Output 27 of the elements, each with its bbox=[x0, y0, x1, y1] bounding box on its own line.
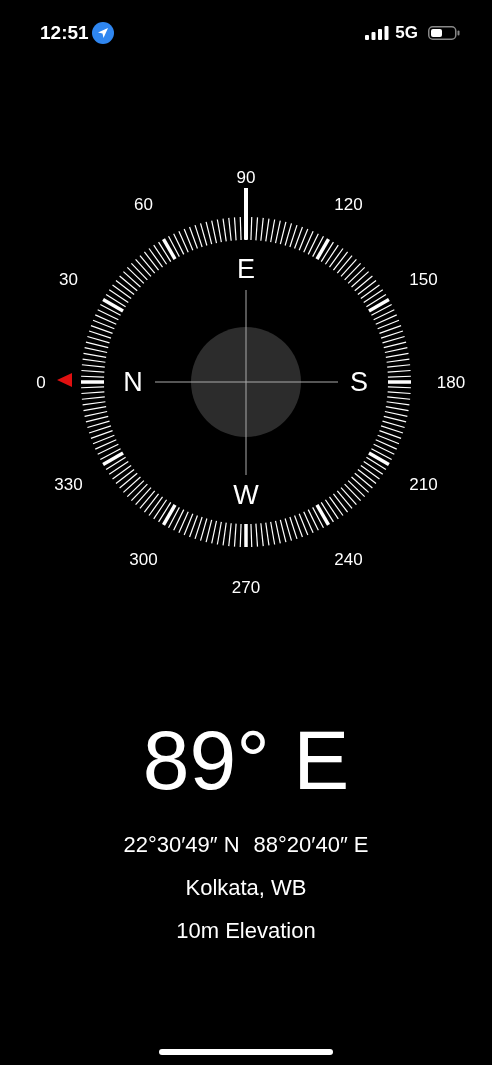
degree-label: 0 bbox=[36, 372, 46, 392]
coordinate-text: 22°30′49″ N bbox=[123, 832, 240, 858]
degree-label: 30 bbox=[59, 270, 78, 289]
network-type: 5G bbox=[395, 23, 418, 43]
degree-label: 210 bbox=[409, 475, 438, 494]
degree-label: 300 bbox=[129, 550, 158, 570]
cardinal-letter: W bbox=[233, 480, 259, 510]
home-indicator[interactable] bbox=[159, 1049, 333, 1055]
degree-label: 330 bbox=[54, 475, 83, 494]
elevation-text: 10m Elevation bbox=[176, 918, 316, 944]
location-name: Kolkata, WB bbox=[185, 875, 307, 901]
degree-label: 120 bbox=[334, 194, 363, 214]
degree-label: 270 bbox=[231, 577, 261, 597]
degree-label: 150 bbox=[409, 270, 438, 289]
degree-label: 240 bbox=[334, 550, 363, 570]
coordinate-text: 88°20′40″ E bbox=[253, 832, 369, 858]
cardinal-letter: E bbox=[237, 254, 255, 284]
north-marker-icon bbox=[57, 373, 72, 387]
heading-reading: 89° E bbox=[142, 718, 350, 802]
degree-label: 60 bbox=[134, 194, 153, 214]
degree-label: 90 bbox=[236, 167, 256, 187]
degree-label: 180 bbox=[436, 372, 466, 392]
status-time: 12:51 bbox=[40, 22, 89, 44]
cardinal-letter: N bbox=[123, 367, 143, 397]
signal-icon bbox=[365, 26, 390, 40]
battery-icon bbox=[428, 26, 460, 40]
cardinal-letter: S bbox=[350, 367, 368, 397]
